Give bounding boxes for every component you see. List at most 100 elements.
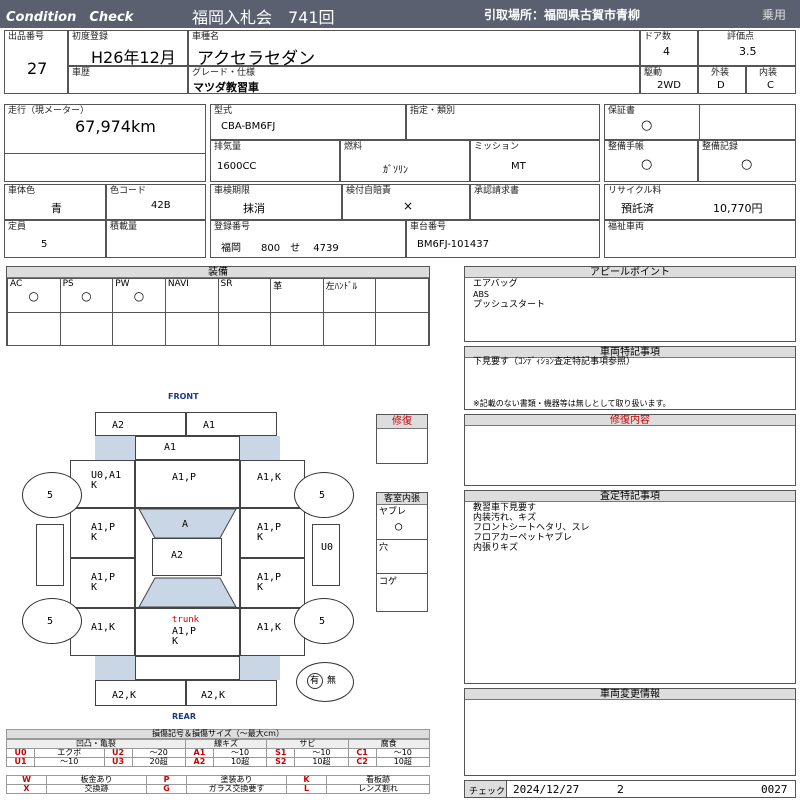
roof-front: A1,P [135, 460, 240, 508]
equip-blank [217, 312, 272, 346]
equip-blank [164, 312, 219, 346]
auction-title: 福岡入札会 741回 [192, 8, 335, 27]
taillight-left [95, 656, 135, 680]
check-label: チェック [469, 787, 506, 797]
panel-mark: A2,K [112, 690, 137, 701]
chassis-value: BM6FJ-101437 [417, 239, 489, 250]
assessment-line: 教習車下見要す [473, 503, 537, 513]
vehicle-category: 乗用 [762, 8, 787, 22]
tire-rear-left: 5 [22, 598, 82, 644]
cabin-yabure-mark: ○ [395, 519, 403, 533]
rear-panel [135, 656, 240, 680]
right-rear-door: A1,P K [240, 558, 305, 608]
plate-label: 登録番号 [214, 222, 251, 232]
cabin-koge-label: コゲ [379, 577, 398, 587]
check-code: 0027 [761, 783, 788, 796]
warranty-divider [699, 105, 700, 139]
insurance-cell: 検付自賠責 × [342, 184, 470, 220]
displacement-cell: 排気量 1600CC [210, 140, 340, 182]
equipment-table: AC ○ PS ○ PW ○ NAVI SR 革 左ﾊﾝﾄﾞﾙ [7, 278, 429, 346]
brand-title: Condition Check [6, 10, 134, 25]
mileage-value: 67,974km [75, 117, 156, 136]
legend-table-damage: 凹凸・亀裂 線キズ サビ 腐食 U0 エクボ U2 ～20 A1 ～10 S1 … [6, 739, 431, 767]
appeal-line: エアバッグ [473, 279, 518, 289]
recycle-amount: 10,770円 [713, 202, 763, 215]
approval-label: 承認請求書 [474, 186, 520, 196]
panel-mark: A1,K [257, 472, 282, 483]
body-color-label: 車体色 [8, 186, 36, 196]
legend-desc: レンズ割れ [326, 784, 430, 794]
panel-mark: A1 [203, 420, 216, 431]
spare-tire: 有 無 [296, 662, 354, 702]
equip-pw-mark: ○ [133, 289, 145, 303]
insurance-value: × [403, 199, 414, 213]
tire-front-left: 5 [22, 472, 82, 518]
manual-mark: ○ [641, 157, 653, 172]
mileage-label: 走行（現メーター） [8, 106, 90, 116]
recycle-cell: リサイクル料 預託済 10,770円 [604, 184, 796, 220]
capacity-cell: 定員 5 [4, 220, 106, 258]
legend-desc: ガラス交換要す [186, 784, 287, 794]
lot-number-cell: 出品番号 27 [4, 30, 68, 94]
panel-mark: A1,P K [172, 626, 197, 647]
manual-cell: 整備手帳 ○ [604, 140, 698, 182]
equip-extra [375, 278, 429, 313]
recycle-status: 預託済 [621, 202, 654, 215]
cabin-ana-label: 穴 [379, 543, 389, 553]
panel-mark: U0 [321, 542, 334, 553]
inspection-value: 抹消 [243, 202, 265, 215]
exterior-label: 外装 [711, 68, 730, 78]
displacement-label: 排気量 [214, 142, 242, 152]
windshield-mark: A [182, 519, 189, 530]
manual-label: 整備手帳 [608, 142, 645, 152]
exterior-cell: 外装 D [698, 66, 746, 94]
legend-code: U1 [6, 757, 35, 767]
warranty-label: 保証書 [608, 106, 636, 116]
legend-code: X [6, 784, 47, 794]
hood: A1 [135, 436, 240, 460]
score-cell: 評価点 3.5 [698, 30, 796, 66]
cabin-box-title: 客室内張 [377, 493, 427, 505]
legend-code: U3 [103, 757, 133, 767]
panel-mark: A1,P [172, 472, 197, 483]
warranty-cell: 保証書 ○ [604, 104, 796, 140]
tire-mark: 5 [47, 490, 54, 501]
appeal-section: アピールポイント エアバッグ ABS プッシュスタート [464, 266, 796, 342]
left-front-door: A1,P K [70, 508, 135, 558]
body-color-value: 青 [51, 202, 62, 215]
headlight-right [240, 436, 280, 460]
load-label: 積載量 [110, 222, 138, 232]
drive-label: 駆動 [644, 68, 663, 78]
panel-mark: A1 [164, 442, 177, 453]
plate-cell: 登録番号 福岡 800 せ 4739 [210, 220, 406, 258]
panel-mark: A1,K [257, 622, 282, 633]
cabin-yabure-label: ヤブレ [379, 507, 407, 517]
cabin-divider [377, 539, 427, 540]
interior-cell: 内装 C [746, 66, 796, 94]
equip-ac-label: AC [10, 279, 23, 289]
tire-mark: 5 [319, 490, 326, 501]
displacement-value: 1600CC [217, 161, 257, 172]
equip-lhd-label: 左ﾊﾝﾄﾞﾙ [325, 282, 358, 292]
color-code-label: 色コード [110, 186, 147, 196]
record-label: 整備記録 [702, 142, 739, 152]
changes-title: 車両変更情報 [465, 689, 795, 700]
exterior-value: D [717, 80, 725, 91]
panel-mark: U0,A1 K [91, 470, 122, 491]
special-notes-line2: ※記載のない書類・機器等は無しとして取り扱います。 [473, 399, 671, 408]
first-registration-label: 初度登録 [72, 32, 109, 42]
appeal-line: ABS [473, 290, 489, 299]
fuel-label: 燃料 [344, 142, 363, 152]
special-notes-section: 車両特記事項 下見要す（ｺﾝﾃﾞｨｼｮﾝ査定特記事項参照） ※記載のない書類・機… [464, 346, 796, 410]
panel-mark: A1,P K [257, 522, 282, 543]
car-name-label: 車種名 [192, 32, 220, 42]
appeal-title: アピールポイント [465, 267, 795, 278]
mileage-cell: 走行（現メーター） 67,974km [4, 104, 206, 182]
legend-desc: 10超 [212, 757, 268, 767]
panel-mark: A1,P K [257, 572, 282, 593]
capacity-value: 5 [41, 239, 48, 250]
equip-navi: NAVI [164, 278, 219, 313]
model-value: CBA-BM6FJ [221, 121, 276, 132]
designation-label: 指定・類別 [410, 106, 456, 116]
front-label: FRONT [168, 392, 199, 401]
